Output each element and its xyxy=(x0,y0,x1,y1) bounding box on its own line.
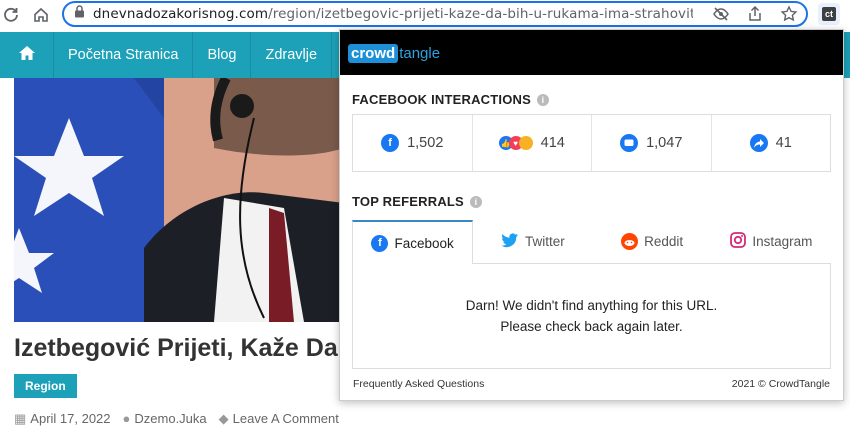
referrals-content: Darn! We didn't find anything for this U… xyxy=(352,263,831,369)
tab-instagram[interactable]: Instagram xyxy=(712,220,831,263)
lock-icon xyxy=(74,5,85,23)
browser-toolbar: dnevnadozakorisnog.com/region/izetbegovi… xyxy=(0,0,850,30)
crowdtangle-extension-button[interactable]: ct xyxy=(818,3,840,25)
reload-icon[interactable] xyxy=(0,4,22,26)
share-icon[interactable] xyxy=(746,5,764,28)
copyright-text: 2021 © CrowdTangle xyxy=(731,378,830,390)
popup-header: crowd tangle xyxy=(340,30,843,75)
crowdtangle-logo: crowd tangle xyxy=(348,43,440,63)
article-date: ▦ April 17, 2022 xyxy=(14,411,111,426)
reddit-icon xyxy=(621,233,639,250)
crowdtangle-popup: crowd tangle FACEBOOK INTERACTIONS i f 1,5… xyxy=(339,29,844,401)
article-headline[interactable]: Izetbegović Prijeti, Kaže Da xyxy=(14,334,338,363)
calendar-icon: ▦ xyxy=(14,411,27,426)
comment-icon xyxy=(620,134,639,152)
facebook-icon: f xyxy=(381,134,400,152)
nav-item-pocetna[interactable]: Početna Stranica xyxy=(54,32,194,78)
article-comments[interactable]: ◆ Leave A Comment xyxy=(219,411,339,427)
home-icon xyxy=(18,45,36,65)
url-text[interactable]: dnevnadozakorisnog.com/region/izetbegovi… xyxy=(93,6,693,22)
stat-reactions: 👍 ♥ 414 xyxy=(473,115,592,171)
referral-tabs: f Facebook Twitter Reddit Instagram xyxy=(352,220,831,264)
empty-message-line1: Darn! We didn't find anything for this U… xyxy=(465,297,718,313)
popup-footer: Frequently Asked Questions 2021 © CrowdT… xyxy=(353,378,830,390)
instagram-icon xyxy=(730,232,747,251)
home-icon[interactable] xyxy=(30,4,52,26)
faq-link[interactable]: Frequently Asked Questions xyxy=(353,378,484,390)
eye-off-icon[interactable] xyxy=(712,5,730,28)
nav-item-blog[interactable]: Blog xyxy=(193,32,252,78)
star-icon[interactable] xyxy=(780,5,798,28)
stat-total: f 1,502 xyxy=(353,115,473,171)
article-meta: ▦ April 17, 2022 ● Dzemo.Juka ◆ Leave A Com… xyxy=(14,411,339,427)
twitter-icon xyxy=(501,233,519,251)
interaction-stats: f 1,502 👍 ♥ 414 1,047 41 xyxy=(352,114,831,172)
user-icon: ● xyxy=(122,411,131,426)
tab-reddit[interactable]: Reddit xyxy=(593,220,712,263)
facebook-interactions-title: FACEBOOK INTERACTIONS i xyxy=(352,92,549,107)
top-referrals-title: TOP REFERRALS i xyxy=(352,194,482,209)
article-author[interactable]: ● Dzemo.Juka xyxy=(123,411,207,427)
category-badge[interactable]: Region xyxy=(14,374,77,398)
stat-shares: 41 xyxy=(712,115,831,171)
tab-twitter[interactable]: Twitter xyxy=(473,220,592,263)
nav-item-zdravlje[interactable]: Zdravlje xyxy=(251,32,333,78)
info-icon[interactable]: i xyxy=(469,195,482,208)
address-bar[interactable]: dnevnadozakorisnog.com/region/izetbegovi… xyxy=(62,1,808,27)
info-icon[interactable]: i xyxy=(536,93,549,106)
facebook-icon: f xyxy=(371,234,389,252)
tab-facebook[interactable]: f Facebook xyxy=(352,220,474,264)
article-image xyxy=(14,78,344,322)
comment-icon: ◆ xyxy=(218,411,229,426)
empty-message-line2: Please check back again later. xyxy=(500,318,683,334)
share-icon xyxy=(749,134,768,152)
nav-home[interactable] xyxy=(0,32,54,78)
reactions-icon: 👍 ♥ xyxy=(498,136,533,150)
stat-comments: 1,047 xyxy=(592,115,712,171)
